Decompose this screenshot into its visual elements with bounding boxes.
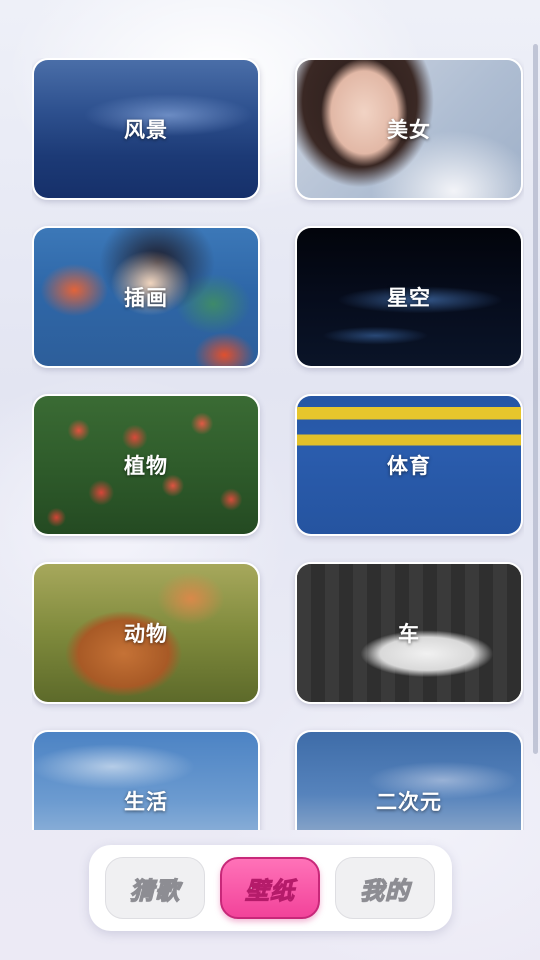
- category-label: 生活: [124, 790, 168, 814]
- category-card-cars[interactable]: 车: [295, 562, 523, 704]
- tab-label: 我的: [359, 876, 410, 905]
- category-label: 植物: [124, 454, 168, 478]
- category-card-starry-sky[interactable]: 星空: [295, 226, 523, 368]
- tab-label: 壁纸: [245, 876, 295, 905]
- category-label: 二次元: [376, 790, 442, 814]
- wallpaper-category-grid: 风景 美女 插画 星空 植物 体育 动物 车 生活 二次元: [32, 58, 524, 830]
- category-label: 车: [398, 622, 420, 646]
- category-label: 风景: [124, 118, 168, 142]
- category-label: 插画: [124, 286, 168, 310]
- tab-guess-song[interactable]: 猜歌: [105, 857, 205, 919]
- tab-label: 猜歌: [129, 876, 180, 905]
- category-card-life[interactable]: 生活: [32, 730, 260, 830]
- tab-mine[interactable]: 我的: [335, 857, 435, 919]
- category-card-anime[interactable]: 二次元: [295, 730, 523, 830]
- bottom-nav-bar: 猜歌 壁纸 我的: [89, 845, 452, 931]
- category-label: 美女: [387, 118, 431, 142]
- tab-wallpaper[interactable]: 壁纸: [220, 857, 320, 919]
- category-card-plants[interactable]: 植物: [32, 394, 260, 536]
- category-card-animals[interactable]: 动物: [32, 562, 260, 704]
- category-card-beauty[interactable]: 美女: [295, 58, 523, 200]
- category-label: 星空: [387, 286, 431, 310]
- category-card-illustration[interactable]: 插画: [32, 226, 260, 368]
- category-label: 动物: [124, 622, 168, 646]
- category-label: 体育: [387, 454, 431, 478]
- category-card-landscape[interactable]: 风景: [32, 58, 260, 200]
- category-card-sports[interactable]: 体育: [295, 394, 523, 536]
- scrollbar[interactable]: [533, 44, 538, 754]
